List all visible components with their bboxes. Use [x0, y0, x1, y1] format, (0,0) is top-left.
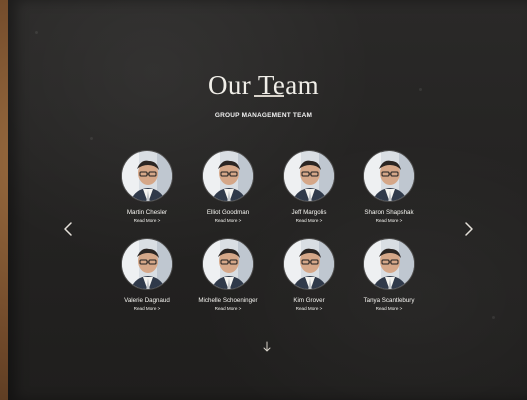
- section-subtitle: GROUP MANAGEMENT TEAM: [214, 112, 313, 119]
- team-member-avatar: [121, 150, 173, 202]
- team-member-name: Valerie Dagnaud: [124, 297, 170, 304]
- carousel-previous-button[interactable]: [59, 220, 77, 238]
- team-member-name: Elliot Goodman: [206, 209, 250, 216]
- read-more-link[interactable]: Read More >: [272, 306, 346, 312]
- read-more-link[interactable]: Read More >: [191, 306, 265, 312]
- team-member-avatar: [121, 238, 173, 290]
- team-member-name: Jeff Margolis: [291, 209, 327, 216]
- team-member-avatar: [283, 150, 335, 202]
- team-member-card: Sharon Shapshak Read More >: [352, 150, 426, 224]
- team-member-name: Sharon Shapshak: [364, 209, 414, 216]
- team-member-avatar: [202, 150, 254, 202]
- read-more-link[interactable]: Read More >: [110, 306, 184, 312]
- team-member-avatar: [363, 150, 415, 202]
- arrow-down-icon: [261, 341, 273, 353]
- team-member-card: Martin Chesler Read More >: [110, 150, 184, 224]
- team-member-name: Tanya Scantlebury: [363, 297, 415, 304]
- background-speck: [492, 316, 495, 319]
- read-more-link[interactable]: Read More >: [110, 218, 184, 224]
- team-member-name: Kim Grover: [293, 297, 325, 304]
- scroll-down-button[interactable]: [261, 341, 273, 353]
- team-member-card: Kim Grover Read More >: [272, 238, 346, 312]
- team-member-avatar: [202, 238, 254, 290]
- team-member-card: Tanya Scantlebury Read More >: [352, 238, 426, 312]
- team-member-avatar: [363, 238, 415, 290]
- team-member-name: Martin Chesler: [126, 209, 168, 216]
- team-member-card: Valerie Dagnaud Read More >: [110, 238, 184, 312]
- background-speck: [35, 31, 38, 34]
- read-more-link[interactable]: Read More >: [272, 218, 346, 224]
- read-more-link[interactable]: Read More >: [191, 218, 265, 224]
- chevron-left-icon: [59, 220, 77, 238]
- carousel-next-button[interactable]: [460, 220, 478, 238]
- title-divider: [254, 95, 284, 97]
- team-member-card: Jeff Margolis Read More >: [272, 150, 346, 224]
- team-member-card: Elliot Goodman Read More >: [191, 150, 265, 224]
- read-more-link[interactable]: Read More >: [352, 218, 426, 224]
- chevron-right-icon: [460, 220, 478, 238]
- team-member-card: Michelle Schoeninger Read More >: [191, 238, 265, 312]
- background-speck: [90, 137, 93, 140]
- team-section-panel: [8, 0, 527, 400]
- read-more-link[interactable]: Read More >: [352, 306, 426, 312]
- team-member-name: Michelle Schoeninger: [198, 297, 258, 304]
- team-member-avatar: [283, 238, 335, 290]
